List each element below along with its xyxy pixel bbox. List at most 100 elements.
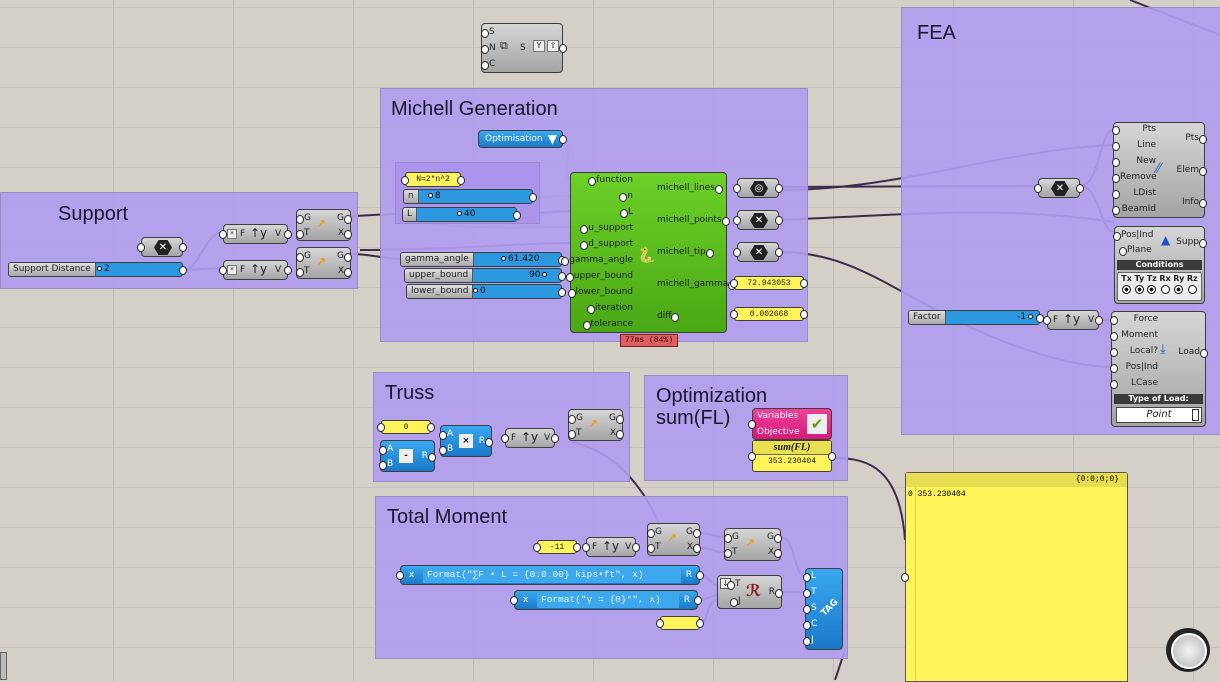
input-n[interactable]: N: [481, 43, 496, 54]
output-g[interactable]: G: [609, 413, 624, 424]
input-remove[interactable]: Remove: [1112, 172, 1157, 183]
input-gamma-angle[interactable]: gamma_angle: [561, 255, 633, 266]
input-t[interactable]: T: [296, 266, 310, 277]
input-function[interactable]: function: [588, 175, 633, 186]
input-t[interactable]: T: [568, 428, 582, 439]
output-supp[interactable]: Supp: [1176, 237, 1207, 248]
input-a[interactable]: A: [378, 444, 393, 455]
l-slider[interactable]: L 40: [402, 207, 521, 222]
load-component[interactable]: ⤓ Load Type of Load: Point Force Moment Lo…: [1110, 311, 1208, 427]
output-michell-tip[interactable]: michell_tip: [657, 247, 714, 258]
output-r[interactable]: R: [479, 436, 494, 447]
output-elem[interactable]: Elem: [1177, 165, 1207, 176]
input-objective[interactable]: Objective: [757, 427, 800, 438]
input-ldist[interactable]: LDist: [1112, 188, 1156, 199]
vector-y-component[interactable]: F ↑y V: [1043, 310, 1103, 330]
output-g[interactable]: G: [337, 251, 352, 262]
michell-tip-param[interactable]: ✕: [733, 242, 783, 262]
condition-rz[interactable]: Rz: [1187, 274, 1198, 299]
type-of-load-dropdown[interactable]: Point: [1116, 407, 1202, 423]
condition-ty[interactable]: Ty: [1134, 274, 1144, 299]
input-pts[interactable]: Pts: [1112, 124, 1156, 135]
join-text-component[interactable]: ↓ T J ℛ R: [717, 575, 784, 609]
output-load[interactable]: Load: [1178, 347, 1208, 358]
output-x[interactable]: X: [687, 542, 702, 553]
input-t[interactable]: T: [803, 587, 817, 598]
input-tolerance[interactable]: tolerance: [582, 319, 633, 330]
condition-radio[interactable]: [1160, 285, 1170, 294]
condition-radio[interactable]: [1134, 285, 1144, 294]
input-t[interactable]: T: [647, 542, 661, 553]
expression-moment[interactable]: x Format("∑F • L = {0:0.00} kips•ft", x)…: [396, 565, 704, 585]
input-plane[interactable]: Plane: [1119, 245, 1152, 256]
input-new[interactable]: New: [1112, 156, 1156, 167]
move-component[interactable]: G T ↗ G X: [724, 528, 783, 561]
input-s[interactable]: S: [481, 27, 495, 38]
input-L[interactable]: L: [619, 207, 633, 218]
stream-component[interactable]: S N C ⧉ S Y ⇧: [480, 23, 567, 73]
move-component[interactable]: G T ↗ G X: [568, 409, 625, 441]
input-c[interactable]: C: [802, 619, 817, 630]
input-u-support[interactable]: u_support: [580, 223, 633, 234]
navigation-ball-icon[interactable]: [1171, 633, 1207, 669]
assemble-model-component[interactable]: ⁄⁄ Pts Elem Info Pts Line New Remove LDist Be…: [1112, 122, 1208, 218]
output-michell-lines[interactable]: michell_lines: [657, 183, 723, 194]
input-t[interactable]: T: [727, 579, 741, 590]
expression-text[interactable]: Format("∑F • L = {0:0.00} kips•ft", x): [423, 567, 681, 583]
formula-panel[interactable]: N=2*n^2: [401, 172, 465, 187]
expression-gamma[interactable]: x Format("γ = {0}°", x) R: [510, 590, 702, 610]
upper-bound-slider[interactable]: upper_bound 90: [404, 268, 566, 283]
move-component[interactable]: G T ↗ G X: [296, 247, 353, 279]
output-x[interactable]: X: [338, 266, 353, 277]
support-distance-slider[interactable]: Support Distance 2: [8, 262, 187, 277]
condition-rx[interactable]: Rx: [1159, 274, 1171, 299]
output-panel[interactable]: {0:0;0;0} 0 353.230404: [901, 472, 1128, 682]
dropdown-handle[interactable]: [1192, 409, 1199, 421]
support-component[interactable]: Pos|Ind Plane ▲ Supp Conditions Tx Ty Tz Rx…: [1112, 226, 1207, 304]
output-r[interactable]: R: [769, 587, 784, 598]
condition-radio[interactable]: [1187, 285, 1197, 294]
vector-y-component[interactable]: F ↑y V: [582, 537, 640, 557]
output-x[interactable]: X: [768, 547, 783, 558]
condition-radio[interactable]: [1122, 285, 1132, 294]
output-g[interactable]: G: [767, 532, 782, 543]
sum-fl-panel[interactable]: sum(FL) 353.230404: [748, 440, 836, 472]
condition-tx[interactable]: Tx: [1121, 274, 1132, 299]
line-param[interactable]: ✕: [1034, 178, 1084, 198]
input-g[interactable]: G: [724, 532, 739, 543]
input-n[interactable]: n: [619, 191, 633, 202]
condition-tz[interactable]: Tz: [1147, 274, 1157, 299]
michell-lines-param[interactable]: ◎: [733, 178, 783, 198]
input-line[interactable]: Line: [1112, 140, 1156, 151]
optimisation-value-list[interactable]: Optimisation ▼: [478, 130, 567, 148]
input-b[interactable]: B: [378, 459, 393, 470]
input-g[interactable]: G: [647, 527, 662, 538]
input-lower-bound[interactable]: lower_bound: [567, 287, 633, 298]
output-pts[interactable]: Pts: [1185, 133, 1207, 144]
vector-y-component[interactable]: F ↑y V: [501, 428, 559, 448]
expression-text[interactable]: Format("γ = {0}°", x): [537, 592, 679, 608]
input-d-support[interactable]: d_support: [580, 239, 633, 250]
input-j[interactable]: J: [803, 635, 814, 646]
factor-slider[interactable]: Factor -1: [908, 310, 1044, 325]
output-r[interactable]: R: [422, 451, 437, 462]
line-param[interactable]: ✕: [137, 237, 187, 257]
multiplication-component[interactable]: A B × R: [438, 425, 494, 457]
move-component[interactable]: G T ↗ G X: [296, 209, 353, 241]
michell-gamma-panel[interactable]: 72.943053: [730, 276, 808, 290]
input-g[interactable]: G: [296, 251, 311, 262]
input-moment[interactable]: Moment: [1110, 330, 1158, 341]
input-iteration[interactable]: iteration: [586, 303, 633, 314]
galapagos-component[interactable]: Variables Objective ✔: [748, 408, 832, 440]
condition-ry[interactable]: Ry: [1173, 274, 1184, 299]
subtraction-component[interactable]: A B - R: [378, 440, 437, 472]
moment-panel[interactable]: -11: [533, 540, 581, 554]
diff-panel[interactable]: 0.002668: [730, 307, 808, 321]
output-g[interactable]: G: [337, 213, 352, 224]
output-info[interactable]: Info: [1182, 197, 1208, 208]
text-tag-component[interactable]: TAG LTSCJ: [802, 568, 843, 650]
condition-radio[interactable]: [1147, 285, 1157, 294]
output-x[interactable]: X: [610, 428, 625, 439]
input-upper-bound[interactable]: upper_bound: [565, 271, 633, 282]
move-component[interactable]: G T ↗ G X: [647, 523, 702, 556]
